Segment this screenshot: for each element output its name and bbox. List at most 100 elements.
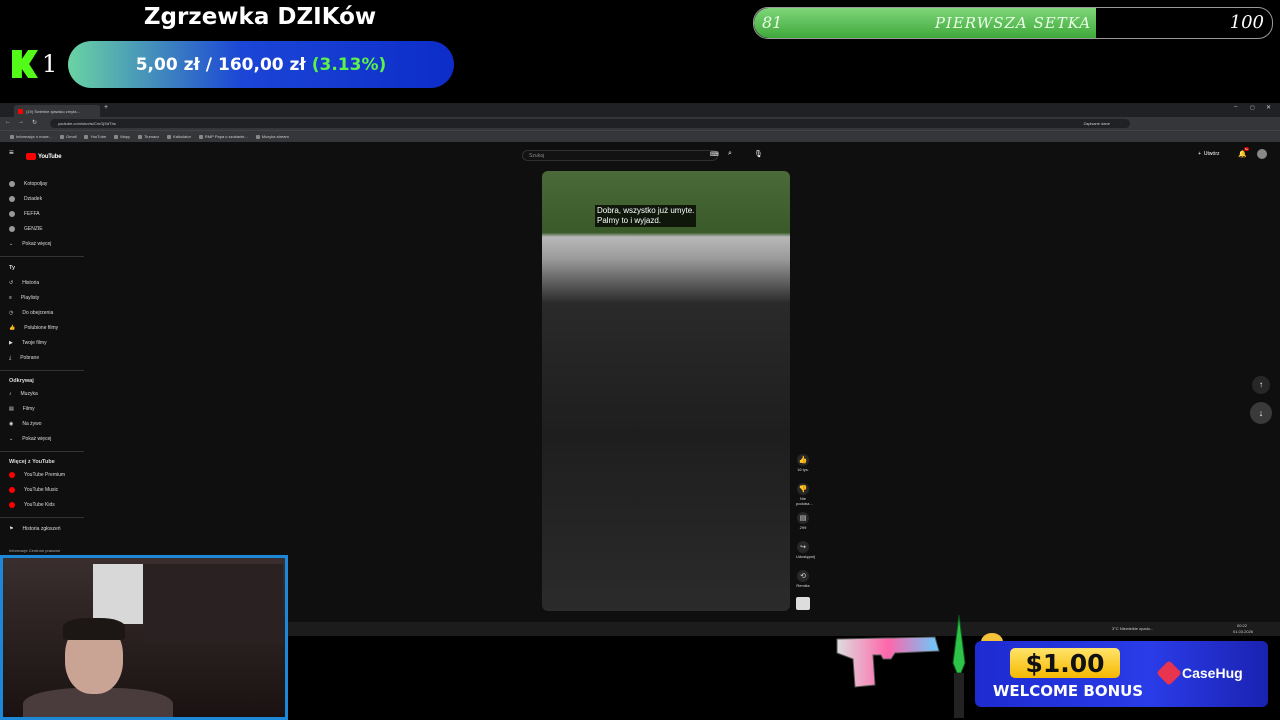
goal-title: Zgrzewka DZIKów [143,4,377,30]
sub-max: 100 [1229,12,1264,33]
sidebar-item-your-videos[interactable]: ▶ Twoje filmy [9,340,47,346]
bookmark-icon [137,134,142,139]
sidebar-item-movies[interactable]: ▤ Filmy [9,406,35,412]
address-bar[interactable]: youtube.com/shorts/CmGjSdThs Zapisane da… [50,119,1130,128]
profile-label[interactable]: Zapisane dane [1084,121,1110,126]
remix-button[interactable]: ⟲ Remiks [796,570,810,588]
casehug-logo-icon [1156,660,1182,686]
casehug-ad[interactable]: $1.00 WELCOME BONUS CaseHug [835,613,1275,720]
cam-background-wall [93,564,143,624]
you-header[interactable]: Ty [9,265,15,271]
thumbs-down-icon: 👎 [797,483,809,495]
channel-thumbnail[interactable] [796,597,810,610]
previous-short-button[interactable]: ↑ [1252,376,1270,394]
divider [0,517,84,518]
more-header: Więcej z YouTube [9,459,55,465]
new-tab-icon[interactable]: + [104,104,108,111]
youtube-logo[interactable]: YouTube [26,153,62,160]
sidebar-footer[interactable]: Informacje Centrum prasowe [9,548,60,553]
bell-icon[interactable]: 🔔 [1238,150,1247,158]
next-short-button[interactable]: ↓ [1250,402,1272,424]
channel-avatar-icon [9,226,15,232]
music-icon: ♪ [9,391,12,397]
sidebar-item-history[interactable]: ↺ Historia [9,280,39,286]
kick-logo-icon [12,50,38,78]
back-icon[interactable]: ← [5,119,11,125]
notification-badge: 9+ [1244,147,1250,151]
youtube-premium-icon [9,472,15,478]
bookmark-item[interactable]: Mapy [114,134,130,139]
sidebar-sub-item[interactable]: Dziadek [9,196,42,202]
thumbs-up-icon: 👍 [9,325,16,331]
sidebar-sub-item[interactable]: Kotopoljay [9,181,47,187]
bookmark-item[interactable]: Informacje o nowe... [10,134,52,139]
divider [0,370,84,371]
bookmark-icon [84,134,89,139]
sidebar-show-more[interactable]: ⌄ Pokaż więcej [9,241,51,247]
avatar[interactable] [1257,149,1267,159]
bookmark-item[interactable]: Gmail [60,134,76,139]
sidebar-item-live[interactable]: ◉ Na żywo [9,421,42,427]
search-icon[interactable]: ⌕ [728,150,732,158]
url-text: youtube.com/shorts/CmGjSdThs [58,121,116,126]
arrow-up-icon: ↑ [1259,380,1263,389]
reload-icon[interactable]: ↻ [32,119,37,126]
chevron-down-icon: ⌄ [9,436,14,442]
film-icon: ▤ [9,406,14,412]
download-icon: ⤓ [9,355,12,361]
divider [0,256,84,257]
search-input[interactable]: Szukaj [522,150,718,161]
bookmark-item[interactable]: Kalkulator [167,134,191,139]
divider [0,451,84,452]
tab-title: (19) Świetnie zjawsko zmyta... [26,108,80,114]
goal-separator: / [205,54,213,75]
sidebar-item-music-app[interactable]: YouTube Music [9,487,58,493]
sidebar-sub-item[interactable]: GENZIE [9,226,43,232]
sub-label: PIERWSZA SETKA [934,14,1092,32]
sidebar-sub-item[interactable]: FEFFA [9,211,40,217]
comments-button[interactable]: ▤ 299 [796,512,810,530]
knife-icon [952,614,966,718]
sidebar-item-liked[interactable]: 👍 Polubione filmy [9,325,58,331]
sidebar-item-watch-later[interactable]: ◷ Do obejrzenia [9,310,53,316]
create-button[interactable]: + Utwórz [1198,151,1219,157]
close-window-icon[interactable]: ✕ [1266,104,1271,111]
bookmark-item[interactable]: Tłumacz [137,134,159,139]
youtube-header: ≡ YouTube Szukaj ⌨ ⌕ 🎙 + Utwórz 🔔 9+ [0,142,1280,164]
sidebar-show-more[interactable]: ⌄ Pokaż więcej [9,436,51,442]
sidebar-item-playlists[interactable]: ≡ Playlisty [9,295,39,301]
bookmark-item[interactable]: Muzyka stream [255,134,289,139]
explore-header: Odkrywaj [9,378,34,384]
bookmark-item[interactable]: YouTube [84,134,106,139]
bookmark-icon [60,134,65,139]
bookmark-item[interactable]: RMP Papa o szukanie... [198,134,248,139]
kick-count: 1 [42,50,58,78]
share-icon: ↪ [797,541,809,553]
browser-tab[interactable]: (19) Świetnie zjawsko zmyta... [14,105,100,117]
minimize-icon[interactable]: – [1234,104,1237,110]
browser-window: (19) Świetnie zjawsko zmyta... + – ▢ ✕ ←… [0,103,1280,636]
forward-icon[interactable]: → [18,119,24,125]
sidebar-item-music[interactable]: ♪ Muzyka [9,391,38,397]
sidebar-item-premium[interactable]: YouTube Premium [9,472,65,478]
share-button[interactable]: ↪ Udostępnij [796,541,815,559]
keyboard-icon[interactable]: ⌨ [710,151,719,158]
live-icon: ◉ [9,421,14,427]
plus-icon: + [1198,151,1201,157]
flag-icon: ⚑ [9,526,14,532]
bookmark-icon [255,134,260,139]
cam-background-shelf [143,564,283,644]
history-icon: ↺ [9,280,14,286]
sidebar-item-downloads[interactable]: ⤓ Pobrane [9,355,39,361]
sidebar-item-kids[interactable]: YouTube Kids [9,502,55,508]
bookmark-icon [167,134,172,139]
dislike-button[interactable]: 👎 Nie podoba... [796,483,813,506]
microphone-icon[interactable]: 🎙 [754,150,763,158]
menu-icon[interactable]: ≡ [9,148,14,157]
maximize-icon[interactable]: ▢ [1250,105,1255,111]
shorts-video[interactable] [542,171,790,611]
like-button[interactable]: 👍 16 tys. [796,454,810,472]
sidebar-item-report-history[interactable]: ⚑ Historia zgłoszeń [9,526,61,532]
chevron-down-icon: ⌄ [9,241,14,247]
channel-avatar-icon [9,211,15,217]
